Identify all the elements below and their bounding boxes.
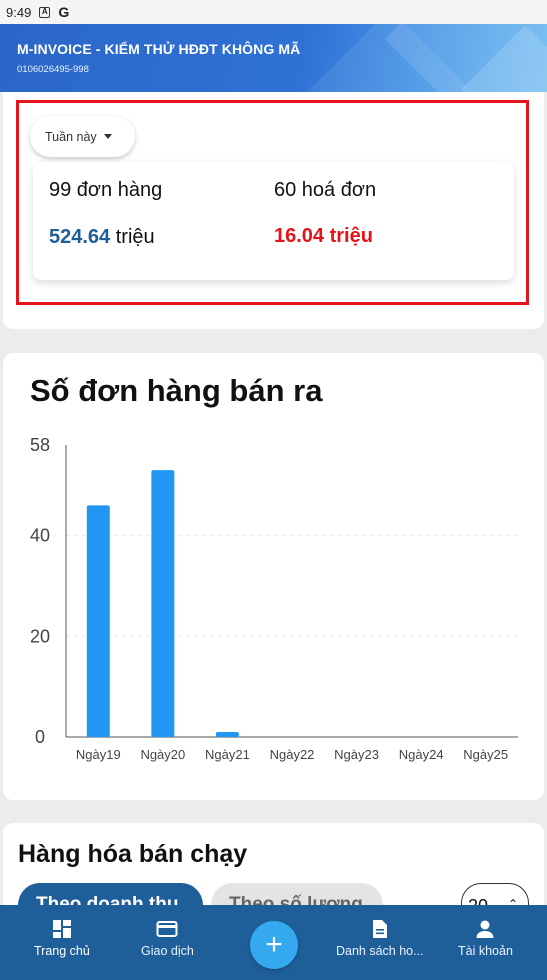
tax-total: 16.04 triệu — [274, 225, 373, 247]
nav-invoice-list[interactable]: Danh sách ho... — [336, 919, 424, 958]
nav-home[interactable]: Trang chủ — [34, 919, 90, 958]
x-tick-label: Ngày22 — [270, 747, 315, 762]
best-sellers-title: Hàng hóa bán chạy — [18, 840, 248, 868]
add-button[interactable]: + — [250, 921, 298, 969]
nav-transactions[interactable]: Giao dịch — [141, 919, 194, 958]
x-tick-label: Ngày24 — [399, 747, 444, 762]
x-tick-label: Ngày19 — [76, 747, 121, 762]
bar — [151, 470, 175, 737]
status-time: 9:49 — [6, 4, 32, 20]
period-dropdown[interactable]: Tuần này — [30, 116, 135, 157]
orders-count: 99 đơn hàng — [49, 179, 163, 201]
y-tick-label: 40 — [30, 526, 50, 546]
x-tick-label: Ngày20 — [140, 747, 185, 762]
revenue-value: 524.64 — [49, 226, 111, 248]
stats-card: 99 đơn hàng 60 hoá đơn 524.64 triệu 16.0… — [33, 162, 514, 280]
bar — [86, 505, 110, 737]
notification-a-icon: A — [39, 6, 51, 18]
credit-card-icon — [156, 921, 178, 937]
revenue-total: 524.64 triệu — [49, 226, 155, 249]
bottom-navigation: Trang chủ Giao dịch + Danh sách ho... Tà… — [0, 905, 547, 980]
y-tick-label: 20 — [30, 626, 50, 646]
y-tick-label: 0 — [35, 727, 45, 747]
y-tick-label: 58 — [30, 435, 50, 455]
dashboard-icon — [52, 920, 71, 938]
document-icon — [372, 920, 387, 938]
x-tick-label: Ngày25 — [463, 747, 508, 762]
revenue-unit: triệu — [115, 226, 155, 248]
chart-title: Số đơn hàng bán ra — [30, 373, 323, 408]
period-label: Tuần này — [45, 129, 97, 144]
nav-transactions-label: Giao dịch — [141, 944, 194, 958]
nav-account[interactable]: Tài khoản — [458, 919, 513, 958]
invoices-count: 60 hoá đơn — [274, 179, 377, 201]
company-name: M-INVOICE - KIỂM THỬ HĐĐT KHÔNG MÃ — [17, 41, 301, 57]
nav-home-label: Trang chủ — [34, 944, 90, 958]
google-icon: G — [58, 4, 70, 20]
x-tick-label: Ngày21 — [205, 747, 250, 762]
x-tick-label: Ngày23 — [334, 747, 379, 762]
bar — [215, 731, 239, 737]
person-icon — [476, 920, 494, 938]
status-bar: 9:49 A G — [0, 0, 547, 24]
orders-bar-chart: 0 20 40 58 Ngày19 Ngày20 Ngày21 Ngày22 Ngày23 Ngà… — [30, 435, 518, 762]
caret-down-icon — [103, 134, 112, 139]
tax-code: 0106026495-998 — [17, 64, 89, 75]
nav-account-label: Tài khoản — [458, 944, 513, 958]
nav-invoice-list-label: Danh sách ho... — [336, 944, 424, 958]
app-header: M-INVOICE - KIỂM THỬ HĐĐT KHÔNG MÃ 01060… — [0, 24, 547, 92]
